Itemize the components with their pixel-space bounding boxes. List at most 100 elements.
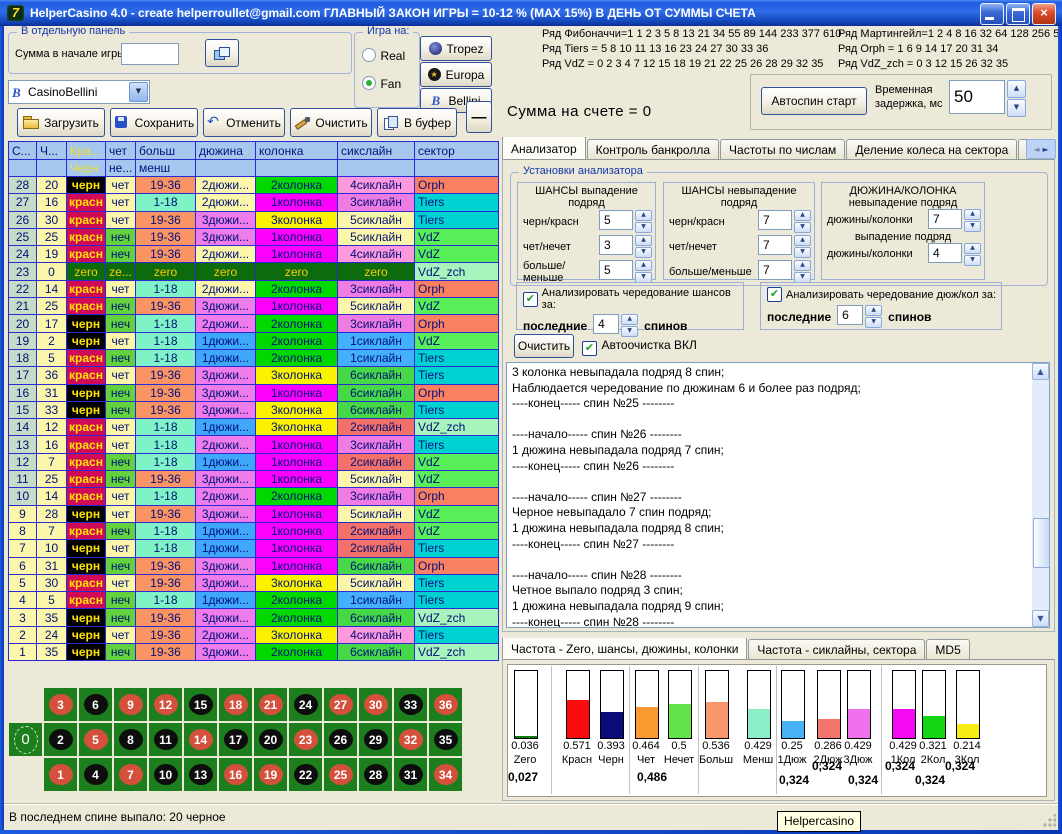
board-cell-26[interactable]: 26 [324,723,357,756]
close-button[interactable]: × [1032,3,1056,25]
board-cell-34[interactable]: 34 [429,758,462,791]
spins-count-spinner-value[interactable]: 6 [837,305,863,325]
board-cell-2[interactable]: 2 [44,723,77,756]
delay-value[interactable]: 50 [949,80,1005,114]
dozen-miss-spinner-value[interactable]: 7 [928,209,962,229]
tropez-button[interactable]: Tropez [420,36,492,61]
tab-frequency-1[interactable]: Частота - сиклайны, сектора [748,639,925,660]
setting-spinner-up-icon[interactable]: ▲ [794,235,811,246]
tab-scroll-right-icon[interactable]: ► [1043,145,1049,154]
setting-spinner-down-icon[interactable]: ▼ [794,247,811,258]
scroll-down-icon[interactable]: ▼ [1032,610,1049,627]
combo-dropdown-icon[interactable]: ▼ [129,82,148,102]
tab-scroll-left-icon[interactable]: ◄ [1033,145,1039,154]
analyzer-clear-button[interactable]: Очистить [514,334,574,358]
maximize-button[interactable] [1006,3,1030,25]
scrollbar-thumb[interactable] [1033,518,1050,568]
tab-main-3[interactable]: Деление колеса на сектора [846,139,1017,160]
analyzer-log[interactable]: 3 колонка невыпадала подряд 8 спин; Набл… [506,362,1050,628]
setting-spinner-up-icon[interactable]: ▲ [794,260,811,271]
spins-count-spinner-up-icon[interactable]: ▲ [865,305,882,316]
dozen-hit-spinner-down-icon[interactable]: ▼ [964,255,981,266]
tab-main-2[interactable]: Частоты по числам [720,139,845,160]
dozen-hit-spinner-value[interactable]: 4 [928,243,962,263]
board-cell-23[interactable]: 23 [289,723,322,756]
tab-frequency-2[interactable]: MD5 [926,639,969,660]
board-cell-24[interactable]: 24 [289,688,322,721]
tab-frequency-0[interactable]: Частота - Zero, шансы, дюжины, колонки [502,638,747,660]
setting-spinner-up-icon[interactable]: ▲ [635,260,652,271]
alternate-checkbox-row[interactable]: ✔Анализировать чередование дюж/кол за: [767,287,1001,302]
board-cell-12[interactable]: 12 [149,688,182,721]
save-button[interactable]: Сохранить [110,108,198,137]
setting-spinner-value[interactable]: 7 [758,260,792,280]
tab-main-0[interactable]: Анализатор [502,137,586,160]
board-cell-30[interactable]: 30 [359,688,392,721]
dozen-miss-spinner-up-icon[interactable]: ▲ [964,209,981,220]
to-buffer-button[interactable]: В буфер [377,108,457,137]
board-zero-cell[interactable]: 0 [9,723,42,756]
board-cell-8[interactable]: 8 [114,723,147,756]
minimize-button[interactable] [980,3,1004,25]
alternate-checkbox-row[interactable]: ✔Анализировать чередование шансов за: [523,287,743,311]
board-cell-29[interactable]: 29 [359,723,392,756]
autoclear-checkbox[interactable]: ✔ Автоочистка ВКЛ [582,338,697,356]
board-cell-1[interactable]: 1 [44,758,77,791]
undo-button[interactable]: ↶ Отменить [203,108,285,137]
board-cell-20[interactable]: 20 [254,723,287,756]
setting-spinner-up-icon[interactable]: ▲ [635,210,652,221]
dozen-miss-spinner-down-icon[interactable]: ▼ [964,221,981,232]
load-button[interactable]: Загрузить [17,108,105,137]
board-cell-7[interactable]: 7 [114,758,147,791]
board-cell-6[interactable]: 6 [79,688,112,721]
board-cell-22[interactable]: 22 [289,758,322,791]
radio-fan[interactable]: Fan [362,75,401,93]
setting-spinner-down-icon[interactable]: ▼ [635,222,652,233]
board-cell-14[interactable]: 14 [184,723,217,756]
casino-combobox[interactable]: B CasinoBellini ▼ [8,80,150,104]
setting-spinner-value[interactable]: 7 [758,210,792,230]
board-cell-18[interactable]: 18 [219,688,252,721]
board-cell-11[interactable]: 11 [149,723,182,756]
board-cell-33[interactable]: 33 [394,688,427,721]
board-cell-21[interactable]: 21 [254,688,287,721]
setting-spinner-down-icon[interactable]: ▼ [635,247,652,258]
setting-spinner-down-icon[interactable]: ▼ [794,222,811,233]
radio-real[interactable]: Real [362,47,405,65]
board-cell-31[interactable]: 31 [394,758,427,791]
board-cell-25[interactable]: 25 [324,758,357,791]
setting-spinner-value[interactable]: 7 [758,235,792,255]
delay-down-icon[interactable]: ▼ [1007,99,1026,117]
board-cell-16[interactable]: 16 [219,758,252,791]
board-cell-32[interactable]: 32 [394,723,427,756]
detach-panel-button[interactable] [205,39,239,67]
start-sum-input[interactable] [121,43,179,65]
autospin-start-button[interactable]: Автоспин старт [761,87,867,115]
setting-spinner-value[interactable]: 5 [599,210,633,230]
scroll-up-icon[interactable]: ▲ [1032,363,1049,380]
collapse-panel-button[interactable]: — [466,101,492,133]
board-cell-36[interactable]: 36 [429,688,462,721]
board-cell-4[interactable]: 4 [79,758,112,791]
log-scrollbar[interactable] [1032,363,1049,627]
spins-count-spinner-up-icon[interactable]: ▲ [621,314,638,325]
board-cell-3[interactable]: 3 [44,688,77,721]
delay-up-icon[interactable]: ▲ [1007,80,1026,98]
board-cell-27[interactable]: 27 [324,688,357,721]
board-cell-19[interactable]: 19 [254,758,287,791]
tab-main-1[interactable]: Контроль банкролла [587,139,719,160]
spins-count-spinner-down-icon[interactable]: ▼ [865,317,882,328]
board-cell-5[interactable]: 5 [79,723,112,756]
setting-spinner-up-icon[interactable]: ▲ [794,210,811,221]
board-cell-10[interactable]: 10 [149,758,182,791]
setting-spinner-value[interactable]: 5 [599,260,633,280]
dozen-hit-spinner-up-icon[interactable]: ▲ [964,243,981,254]
clear-button[interactable]: Очистить [290,108,372,137]
spins-count-spinner-value[interactable]: 4 [593,314,619,334]
setting-spinner-up-icon[interactable]: ▲ [635,235,652,246]
board-cell-15[interactable]: 15 [184,688,217,721]
board-cell-28[interactable]: 28 [359,758,392,791]
setting-spinner-value[interactable]: 3 [599,235,633,255]
europa-button[interactable]: ★ Europa [420,62,492,87]
spins-count-spinner-down-icon[interactable]: ▼ [621,326,638,337]
